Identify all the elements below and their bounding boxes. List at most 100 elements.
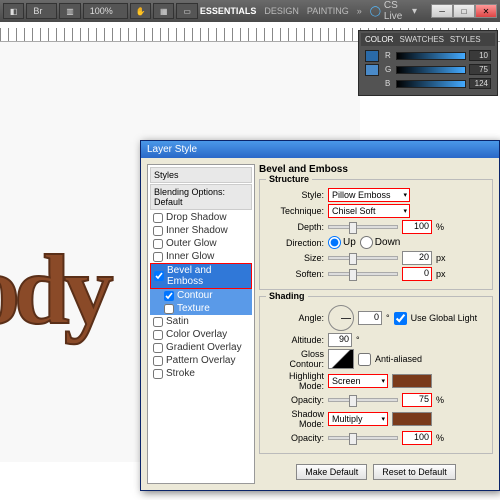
- anti-aliased-checkbox[interactable]: [358, 353, 371, 366]
- structure-legend: Structure: [266, 174, 312, 184]
- s-opacity-input[interactable]: 100: [402, 431, 432, 445]
- size-unit: px: [436, 253, 446, 263]
- item-contour[interactable]: Contour: [150, 289, 252, 302]
- checkbox-drop-shadow[interactable]: [153, 213, 163, 223]
- app-toolbar: ◧ Br ▥ 100% ✋ ▦ ▭ ESSENTIALS DESIGN PAIN…: [0, 0, 500, 22]
- shadow-mode-label: Shadow Mode:: [266, 409, 324, 429]
- item-pattern-overlay[interactable]: Pattern Overlay: [150, 354, 252, 367]
- item-drop-shadow[interactable]: Drop Shadow: [150, 211, 252, 224]
- screen-mode-icon[interactable]: ▭: [176, 3, 197, 19]
- zoom-tool-icon[interactable]: ▥: [59, 3, 80, 19]
- workspace-design[interactable]: DESIGN: [264, 6, 299, 16]
- gloss-contour-picker[interactable]: [328, 349, 354, 369]
- shading-group: Shading Angle:0°Use Global Light Altitud…: [259, 296, 493, 454]
- altitude-label: Altitude:: [266, 335, 324, 345]
- r-label: R: [385, 51, 393, 60]
- direction-label: Direction:: [266, 238, 324, 248]
- cs-live-button[interactable]: ◯CS Live▾: [370, 0, 417, 22]
- shadow-mode-select[interactable]: Multiply: [328, 412, 388, 426]
- minimize-button[interactable]: ─: [431, 4, 453, 18]
- foreground-swatch[interactable]: [365, 50, 379, 62]
- item-color-overlay[interactable]: Color Overlay: [150, 328, 252, 341]
- checkbox-stroke[interactable]: [153, 369, 163, 379]
- color-panel: COLOR SWATCHES STYLES R10 G75 B124: [358, 30, 498, 96]
- bridge-button[interactable]: Br: [26, 3, 57, 19]
- workspace-more-icon[interactable]: »: [357, 6, 362, 16]
- checkbox-gradient-overlay[interactable]: [153, 343, 163, 353]
- h-opacity-slider[interactable]: [328, 398, 398, 402]
- reset-default-button[interactable]: Reset to Default: [373, 464, 456, 480]
- background-swatch[interactable]: [365, 64, 379, 76]
- size-input[interactable]: 20: [402, 251, 432, 265]
- checkbox-texture[interactable]: [164, 304, 174, 314]
- dialog-titlebar[interactable]: Layer Style: [141, 141, 499, 158]
- close-button[interactable]: ✕: [475, 4, 497, 18]
- angle-dial[interactable]: [328, 305, 354, 331]
- b-value[interactable]: 124: [469, 78, 491, 89]
- soften-input[interactable]: 0: [402, 267, 432, 281]
- checkbox-inner-shadow[interactable]: [153, 226, 163, 236]
- depth-slider[interactable]: [328, 225, 398, 229]
- item-outer-glow[interactable]: Outer Glow: [150, 237, 252, 250]
- global-light-label: Use Global Light: [411, 313, 478, 323]
- global-light-checkbox[interactable]: [394, 312, 407, 325]
- app-icon[interactable]: ◧: [3, 3, 24, 19]
- checkbox-inner-glow[interactable]: [153, 252, 163, 262]
- g-label: G: [385, 65, 393, 74]
- direction-up-radio[interactable]: [328, 236, 341, 249]
- depth-input[interactable]: 100: [402, 220, 432, 234]
- soften-slider[interactable]: [328, 272, 398, 276]
- item-bevel-emboss[interactable]: Bevel and Emboss: [150, 263, 252, 289]
- checkbox-outer-glow[interactable]: [153, 239, 163, 249]
- zoom-select[interactable]: 100%: [83, 3, 128, 19]
- style-select[interactable]: Pillow Emboss: [328, 188, 410, 202]
- workspace-essentials[interactable]: ESSENTIALS: [200, 6, 257, 16]
- anti-aliased-label: Anti-aliased: [375, 354, 422, 364]
- soften-label: Soften:: [266, 269, 324, 279]
- view-tool-icon[interactable]: ▦: [153, 3, 174, 19]
- g-slider[interactable]: [396, 66, 466, 74]
- h-opacity-input[interactable]: 75: [402, 393, 432, 407]
- checkbox-contour[interactable]: [164, 291, 174, 301]
- item-stroke[interactable]: Stroke: [150, 367, 252, 380]
- hand-tool-icon[interactable]: ✋: [130, 3, 151, 19]
- item-texture[interactable]: Texture: [150, 302, 252, 315]
- blending-options-header[interactable]: Blending Options: Default: [150, 184, 252, 210]
- shadow-color-chip[interactable]: [392, 412, 432, 426]
- technique-label: Technique:: [266, 206, 324, 216]
- g-value[interactable]: 75: [469, 64, 491, 75]
- item-inner-shadow[interactable]: Inner Shadow: [150, 224, 252, 237]
- item-satin[interactable]: Satin: [150, 315, 252, 328]
- depth-unit: %: [436, 222, 444, 232]
- item-gradient-overlay[interactable]: Gradient Overlay: [150, 341, 252, 354]
- styles-list: Styles Blending Options: Default Drop Sh…: [147, 164, 255, 484]
- tab-swatches[interactable]: SWATCHES: [399, 35, 443, 44]
- highlight-color-chip[interactable]: [392, 374, 432, 388]
- style-label: Style:: [266, 190, 324, 200]
- checkbox-satin[interactable]: [153, 317, 163, 327]
- canvas-text-layer: ody: [0, 232, 108, 347]
- r-slider[interactable]: [396, 52, 466, 60]
- size-slider[interactable]: [328, 256, 398, 260]
- styles-header[interactable]: Styles: [150, 167, 252, 183]
- technique-select[interactable]: Chisel Soft: [328, 204, 410, 218]
- checkbox-pattern-overlay[interactable]: [153, 356, 163, 366]
- tab-styles[interactable]: STYLES: [450, 35, 481, 44]
- maximize-button[interactable]: □: [453, 4, 475, 18]
- s-opacity-slider[interactable]: [328, 436, 398, 440]
- angle-input[interactable]: 0: [358, 311, 382, 325]
- b-slider[interactable]: [396, 80, 466, 88]
- checkbox-color-overlay[interactable]: [153, 330, 163, 340]
- workspace-painting[interactable]: PAINTING: [307, 6, 349, 16]
- item-inner-glow[interactable]: Inner Glow: [150, 250, 252, 263]
- tab-color[interactable]: COLOR: [365, 35, 393, 44]
- highlight-mode-select[interactable]: Screen: [328, 374, 388, 388]
- highlight-mode-label: Highlight Mode:: [266, 371, 324, 391]
- layer-style-dialog: Layer Style Styles Blending Options: Def…: [140, 140, 500, 491]
- r-value[interactable]: 10: [469, 50, 491, 61]
- checkbox-bevel-emboss[interactable]: [154, 271, 164, 281]
- angle-label: Angle:: [266, 313, 324, 323]
- altitude-input[interactable]: 90: [328, 333, 352, 347]
- direction-down-radio[interactable]: [360, 236, 373, 249]
- make-default-button[interactable]: Make Default: [296, 464, 367, 480]
